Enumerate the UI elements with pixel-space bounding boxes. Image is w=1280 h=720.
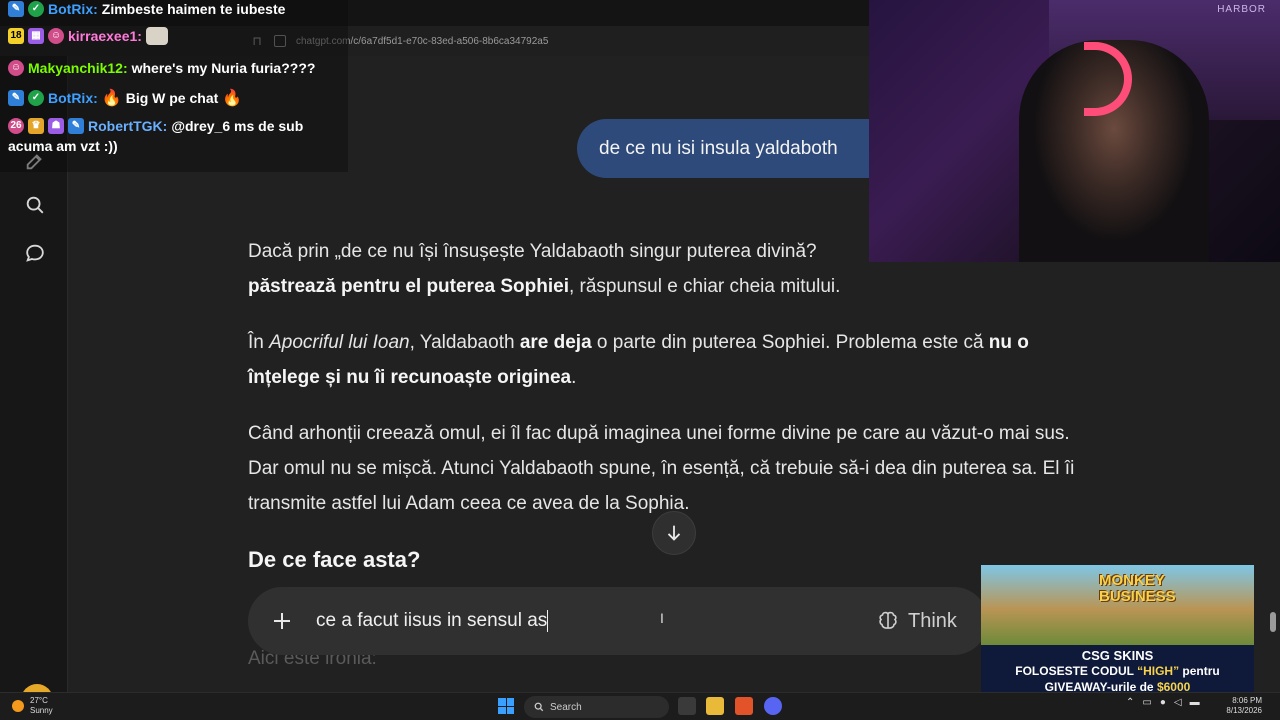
- system-tray[interactable]: ⌃ ▭ ● ◁ ▬: [1126, 697, 1200, 708]
- ad-game-title: MONKEY BUSINESS: [1099, 572, 1176, 605]
- stream-chat-overlay: ✎ ✓ BotRix: Zimbeste haimen te iubeste 1…: [0, 0, 348, 172]
- text-caret: [547, 609, 549, 632]
- weather-text: 27°C Sunny: [30, 696, 53, 716]
- volume-icon[interactable]: ◁: [1174, 697, 1182, 708]
- search-icon: [534, 702, 544, 712]
- answer-text: .: [571, 367, 577, 388]
- subscriber-badge: 26: [8, 118, 24, 134]
- clock-date: 8/13/2026: [1226, 706, 1262, 715]
- answer-text: , Yaldabaoth: [409, 332, 520, 353]
- prompt-input-text[interactable]: ce a facut iisus in sensul as: [316, 610, 547, 631]
- page-scrollbar[interactable]: [1270, 612, 1276, 632]
- answer-text: , răspunsul e chiar cheia mitului.: [568, 276, 841, 297]
- moderator-badge-icon: ✎: [8, 90, 24, 106]
- vip-badge-icon: ☺: [8, 60, 24, 76]
- ad-code: “HIGH”: [1137, 664, 1180, 678]
- chat-text: Big W pe chat: [125, 90, 219, 106]
- webcam-wall-text: HARBOR: [1217, 4, 1266, 15]
- answer-bold-text: păstrează pentru el puterea Sophiei: [248, 276, 569, 297]
- answer-text: În: [248, 332, 270, 353]
- chat-text: Zimbeste haimen te iubeste: [101, 1, 286, 17]
- think-label: Think: [908, 609, 957, 632]
- ad-brand: CSG SKINS: [1081, 648, 1154, 663]
- chat-message: ✎ ✓ BotRix: Zimbeste haimen te iubeste: [8, 1, 285, 17]
- user-message-bubble: de ce nu isi insula yaldaboth: [577, 119, 897, 178]
- mouse-cursor-ibeam: I: [660, 610, 664, 626]
- cat-emote-icon: [145, 27, 168, 45]
- fire-emote-icon: 🔥: [101, 90, 122, 107]
- verified-badge-icon: ✓: [28, 1, 44, 17]
- start-button-icon[interactable]: [498, 698, 514, 714]
- think-button[interactable]: Think: [876, 605, 957, 637]
- file-explorer-icon[interactable]: [706, 697, 724, 715]
- prompt-input[interactable]: ce a facut iisus in sensul as: [316, 606, 856, 636]
- ad-text: FOLOSESTE CODUL: [1015, 664, 1138, 678]
- attach-button[interactable]: [266, 605, 298, 637]
- brave-browser-icon[interactable]: [735, 697, 753, 715]
- gift-badge-icon: ▦: [28, 28, 44, 44]
- windows-taskbar: 27°C Sunny Search ⌃ ▭ ● ◁ ▬ 8:06 PM 8/13…: [0, 692, 1280, 720]
- sponsor-ad: MONKEY BUSINESS CSG SKINS FOLOSESTE CODU…: [981, 565, 1254, 698]
- answer-italic-text: Apocriful lui Ioan: [269, 332, 410, 353]
- ad-line-1: FOLOSESTE CODUL “HIGH” pentru: [981, 663, 1254, 679]
- weather-widget[interactable]: 27°C Sunny: [12, 696, 53, 716]
- battery-icon[interactable]: ▬: [1190, 697, 1200, 708]
- temperature: 27°C: [30, 696, 48, 705]
- chevron-up-icon[interactable]: ⌃: [1126, 697, 1134, 708]
- chat-message: 26 ♛ ☗ ✎ RobertTGK: @drey_6 ms de sub: [8, 118, 303, 134]
- moderator-badge-icon: ✎: [68, 118, 84, 134]
- verified-badge-icon: ✓: [28, 90, 44, 106]
- chat-message: acuma am vzt :)): [8, 138, 118, 154]
- fire-emote-icon: 🔥: [222, 90, 243, 107]
- brain-icon: [879, 611, 897, 629]
- clock-time: 8:06 PM: [1232, 696, 1262, 705]
- answer-bold-text: are deja: [519, 332, 592, 353]
- crown-badge-icon: ♛: [28, 118, 44, 134]
- chat-username: kirraexee1:: [68, 28, 142, 44]
- answer-paragraph: În Apocriful lui Ioan, Yaldabaoth are de…: [248, 325, 1103, 395]
- ad-text-block: CSG SKINS FOLOSESTE CODUL “HIGH” pentru …: [981, 645, 1254, 698]
- vip-badge-icon: ☺: [48, 28, 64, 44]
- webcam-feed: HARBOR: [869, 0, 1280, 262]
- chat-text: acuma am vzt :)): [8, 138, 118, 154]
- taskbar-search[interactable]: Search: [524, 696, 669, 718]
- chat-message: ☺ Makyanchik12: where's my Nuria furia??…: [8, 60, 315, 76]
- scroll-to-bottom-button[interactable]: [652, 511, 696, 555]
- microphone-icon[interactable]: ●: [1160, 697, 1166, 708]
- answer-text: o parte din puterea Sophiei. Problema es…: [591, 332, 989, 353]
- chat-username: RobertTGK:: [88, 118, 168, 134]
- plus-icon: [274, 613, 290, 629]
- arrow-down-icon: [667, 525, 681, 541]
- task-view-icon[interactable]: [678, 697, 696, 715]
- chat-text: where's my Nuria furia????: [131, 60, 316, 76]
- chat-bubble-icon[interactable]: [18, 236, 52, 270]
- ad-text: pentru: [1179, 664, 1220, 678]
- chat-username: BotRix:: [48, 90, 98, 106]
- chat-message: 18 ▦ ☺ kirraexee1:: [8, 27, 168, 45]
- search-icon[interactable]: [18, 188, 52, 222]
- answer-paragraph: Când arhonții creează omul, ei îl fac du…: [248, 423, 1075, 514]
- network-icon[interactable]: ▭: [1142, 697, 1151, 708]
- moderator-badge-icon: ✎: [8, 1, 24, 17]
- sun-icon: [12, 700, 24, 712]
- bot-badge-icon: ☗: [48, 118, 64, 134]
- message-composer: ce a facut iisus in sensul as Think: [248, 587, 988, 655]
- subscriber-badge: 18: [8, 28, 24, 44]
- chat-username: Makyanchik12:: [28, 60, 128, 76]
- taskbar-search-label: Search: [550, 701, 582, 713]
- chat-text: @drey_6 ms de sub: [171, 118, 304, 134]
- answer-text: Dacă prin „de ce nu își însușește Yaldab…: [248, 241, 817, 262]
- chat-username: BotRix:: [48, 1, 98, 17]
- discord-icon[interactable]: [764, 697, 782, 715]
- chat-message: ✎ ✓ BotRix: 🔥 Big W pe chat 🔥: [8, 88, 242, 108]
- weather-condition: Sunny: [30, 706, 53, 715]
- system-clock[interactable]: 8:06 PM 8/13/2026: [1222, 696, 1262, 716]
